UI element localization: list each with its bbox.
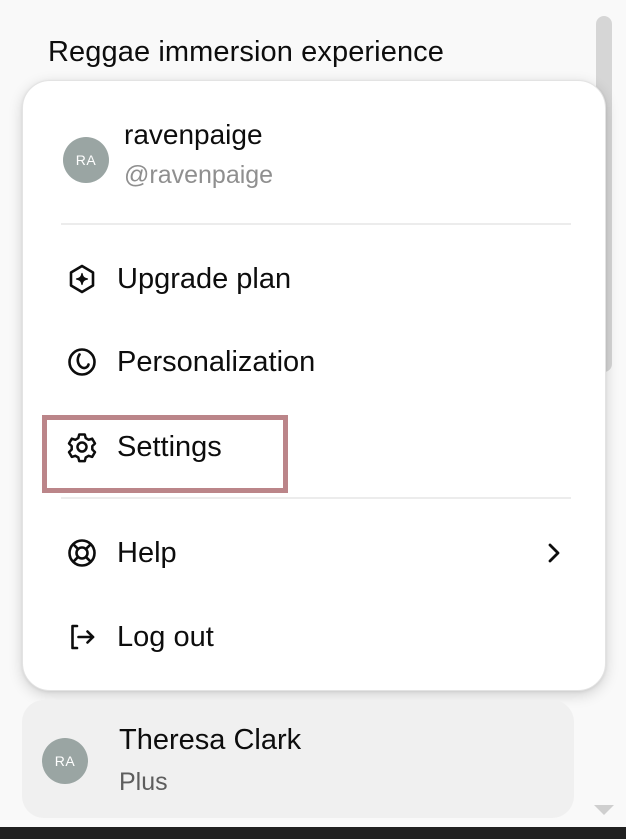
menu-divider bbox=[61, 497, 571, 499]
menu-item-help[interactable]: Help bbox=[61, 523, 571, 583]
menu-item-label: Log out bbox=[117, 620, 214, 653]
account-plan: Plus bbox=[119, 768, 168, 796]
avatar: RA bbox=[42, 738, 88, 784]
account-name: Theresa Clark bbox=[119, 724, 302, 756]
profile-handle: @ravenpaige bbox=[124, 161, 274, 189]
personalization-icon bbox=[65, 345, 99, 379]
chevron-right-icon bbox=[539, 537, 569, 569]
logout-icon bbox=[65, 620, 99, 654]
profile-header[interactable]: RA ravenpaige @ravenpaige bbox=[63, 113, 573, 203]
menu-divider bbox=[61, 223, 571, 225]
conversation-title[interactable]: Reggae immersion experience bbox=[48, 36, 444, 69]
settings-highlight-annotation bbox=[42, 415, 288, 493]
avatar: RA bbox=[63, 137, 109, 183]
bottom-bar bbox=[0, 827, 626, 839]
menu-item-log-out[interactable]: Log out bbox=[61, 607, 571, 667]
account-menu: RA ravenpaige @ravenpaige Upgrade plan P… bbox=[22, 80, 606, 691]
menu-item-label: Upgrade plan bbox=[117, 262, 292, 295]
upgrade-sparkle-icon bbox=[65, 262, 99, 296]
menu-item-upgrade-plan[interactable]: Upgrade plan bbox=[61, 249, 571, 309]
menu-item-personalization[interactable]: Personalization bbox=[61, 332, 571, 392]
scroll-down-arrow-icon[interactable] bbox=[594, 805, 614, 815]
account-switcher[interactable]: RA Theresa Clark Plus bbox=[22, 700, 574, 818]
menu-item-label: Personalization bbox=[117, 345, 316, 378]
lifebuoy-icon bbox=[65, 536, 99, 570]
menu-item-label: Help bbox=[117, 536, 177, 569]
profile-name: ravenpaige bbox=[124, 119, 263, 150]
